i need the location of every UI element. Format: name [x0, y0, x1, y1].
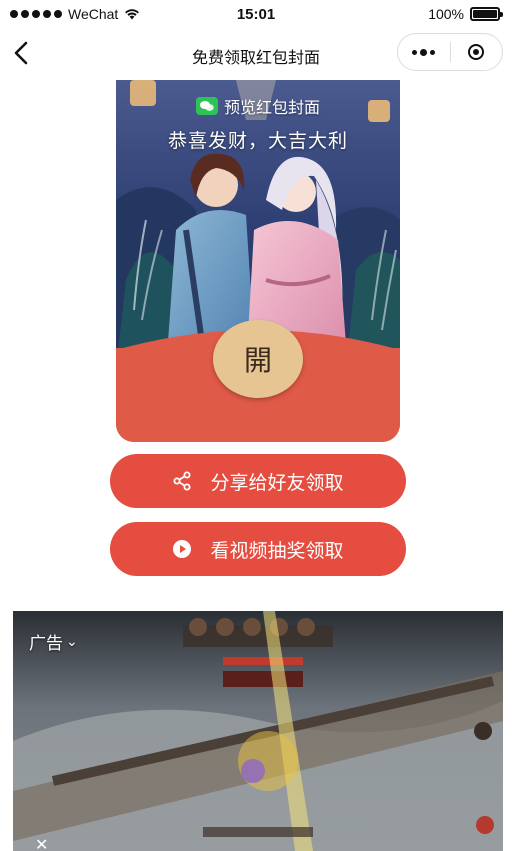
ad-close-icon[interactable]: ✕: [35, 835, 48, 851]
share-to-friend-button[interactable]: 分享给好友领取: [110, 454, 406, 508]
ad-game-image: [13, 611, 503, 851]
nav-bar: 免费领取红包封面: [0, 30, 512, 78]
ad-label[interactable]: 广告 ⌄: [29, 629, 78, 654]
more-dots-icon: [412, 48, 436, 56]
watch-video-button[interactable]: 看视频抽奖领取: [110, 522, 406, 576]
red-envelope-cover: 预览红包封面 恭喜发财，大吉大利 開: [116, 80, 400, 442]
cover-badge-text: 预览红包封面: [223, 100, 320, 117]
share-icon: [173, 471, 191, 491]
wechat-icon: [195, 97, 218, 115]
battery-percent: 100%: [428, 6, 464, 22]
battery-icon: [470, 7, 503, 21]
cover-greeting: 恭喜发财，大吉大利: [167, 131, 348, 152]
video-button-label: 看视频抽奖领取: [210, 540, 344, 562]
page: WeChat 15:01 100% 免费领取红包封面 预览红包封面 恭喜发财，大…: [0, 0, 512, 851]
play-circle-icon: [173, 540, 192, 558]
ad-banner[interactable]: 广告 ⌄ ✕: [13, 611, 503, 851]
cover-preview-badge: 预览红包封面: [116, 94, 400, 118]
status-right: 100%: [428, 6, 503, 22]
target-close-icon: [468, 44, 485, 60]
menu-capsule: [397, 33, 503, 71]
share-button-label: 分享给好友领取: [210, 472, 344, 494]
more-button[interactable]: [398, 34, 450, 70]
open-envelope-button[interactable]: 開: [213, 320, 303, 398]
close-miniprogram-button[interactable]: [450, 34, 502, 70]
chevron-down-icon: ⌄: [66, 633, 78, 649]
status-bar: WeChat 15:01 100%: [0, 0, 512, 30]
ad-label-text: 广告: [29, 634, 63, 653]
